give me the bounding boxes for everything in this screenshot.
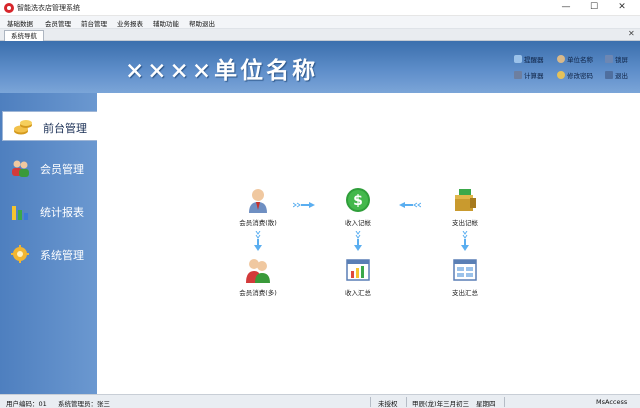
gear-icon (11, 245, 29, 263)
flow-node-income-summary[interactable]: 收入汇总 (328, 257, 388, 297)
unit-name-title: ××××单位名称 (125, 57, 319, 84)
reminder-icon (514, 55, 522, 63)
exit-icon (605, 71, 613, 79)
sidebar-item-system[interactable]: 系统管理 (0, 239, 97, 269)
coins-icon (14, 120, 32, 135)
flow-node-label: 会员消费(多) (239, 289, 277, 297)
flow-node-member-single[interactable]: 会员消费(散) (228, 187, 288, 227)
sidebar-item-label: 系统管理 (40, 249, 84, 262)
multi-member-icon (246, 259, 270, 283)
sidebar-item-members[interactable]: 会员管理 (0, 153, 97, 183)
svg-text:$: $ (353, 193, 363, 209)
lock-icon (605, 55, 613, 63)
income-chart-icon (346, 259, 370, 281)
menu-help-exit[interactable]: 帮助退出 (189, 18, 215, 28)
flow-arrow-down-1 (254, 231, 262, 251)
exit-button[interactable]: 退出 (605, 71, 628, 82)
flow-arrow-down-3 (461, 231, 469, 251)
status-license: 未授权 (378, 400, 398, 408)
maximize-button[interactable]: ☐ (580, 0, 608, 16)
menu-member-management[interactable]: 会员管理 (45, 18, 71, 28)
sidebar-item-label: 会员管理 (40, 163, 84, 176)
members-icon (12, 160, 29, 177)
lock-screen-button[interactable]: 锁屏 (605, 55, 628, 66)
reminder-button[interactable]: 提醒器 (514, 55, 544, 66)
person-icon (557, 55, 565, 63)
status-lunar-date: 甲辰(龙)年三月初三 (412, 400, 470, 408)
main-content: 会员消费(散) $ 收入记帐 支出记帐 会员消费(多) 收入汇总 支出汇总 (97, 93, 640, 394)
status-divider (504, 397, 505, 407)
header-banner: ××××单位名称 提醒器 单位名称 锁屏 计算器 修改密码 退出 (0, 41, 640, 93)
tab-system-navigation[interactable]: 系统导航 (4, 30, 44, 41)
close-button[interactable]: ✕ (608, 0, 636, 16)
calculator-button[interactable]: 计算器 (514, 71, 544, 82)
flow-node-label: 会员消费(散) (239, 219, 277, 227)
flow-node-income-entry[interactable]: $ 收入记帐 (328, 187, 388, 227)
flow-node-member-multi[interactable]: 会员消费(多) (228, 257, 288, 297)
flow-arrow-down-2 (354, 231, 362, 251)
window-title: 智能洗衣店管理系统 (17, 4, 80, 12)
flow-node-label: 收入汇总 (345, 289, 371, 297)
status-divider (370, 397, 371, 407)
menu-basic-data[interactable]: 基础数据 (7, 18, 33, 28)
menu-business-reports[interactable]: 业务报表 (117, 18, 143, 28)
menu-auxiliary[interactable]: 辅助功能 (153, 18, 179, 28)
flow-arrow-left-1 (399, 202, 421, 208)
dollar-icon: $ (346, 188, 370, 212)
left-navigation: 前台管理 会员管理 统计报表 系统管理 (0, 93, 97, 394)
tab-close-button[interactable]: ✕ (628, 29, 635, 38)
expense-table-icon (453, 259, 477, 281)
status-divider (406, 397, 407, 407)
flow-node-expense-entry[interactable]: 支出记帐 (435, 187, 495, 227)
minimize-button[interactable]: — (552, 0, 580, 16)
sidebar-item-label: 统计报表 (40, 206, 84, 219)
sidebar-item-front-desk[interactable]: 前台管理 (2, 111, 97, 141)
title-bar: 智能洗衣店管理系统 — ☐ ✕ (0, 0, 640, 16)
sidebar-item-reports[interactable]: 统计报表 (0, 196, 97, 226)
menu-front-desk[interactable]: 前台管理 (81, 18, 107, 28)
status-database: MsAccess (596, 398, 628, 406)
status-admin: 系统管理员：张三 (58, 400, 110, 408)
status-weekday: 星期四 (476, 400, 496, 408)
menu-bar: 基础数据 会员管理 前台管理 业务报表 辅助功能 帮助退出 (0, 16, 640, 29)
bar-chart-icon (12, 206, 28, 220)
tab-strip: 系统导航 ✕ (0, 29, 640, 41)
app-logo-icon (4, 3, 14, 13)
single-member-icon (249, 189, 267, 213)
status-user-code: 用户编码：01 (6, 400, 47, 408)
flow-node-label: 支出汇总 (452, 289, 478, 297)
change-password-button[interactable]: 修改密码 (557, 71, 593, 82)
flow-arrow-right-1 (293, 202, 315, 208)
status-bar: 用户编码：01 系统管理员：张三 未授权 甲辰(龙)年三月初三 星期四 MsAc… (0, 394, 640, 408)
flow-node-label: 收入记帐 (345, 219, 371, 227)
cash-box-icon (455, 189, 476, 211)
flow-node-expense-summary[interactable]: 支出汇总 (435, 257, 495, 297)
sidebar-item-label: 前台管理 (43, 122, 87, 135)
calculator-icon (514, 71, 522, 79)
flow-node-label: 支出记帐 (452, 219, 478, 227)
key-icon (557, 71, 565, 79)
unit-name-button[interactable]: 单位名称 (557, 55, 593, 66)
